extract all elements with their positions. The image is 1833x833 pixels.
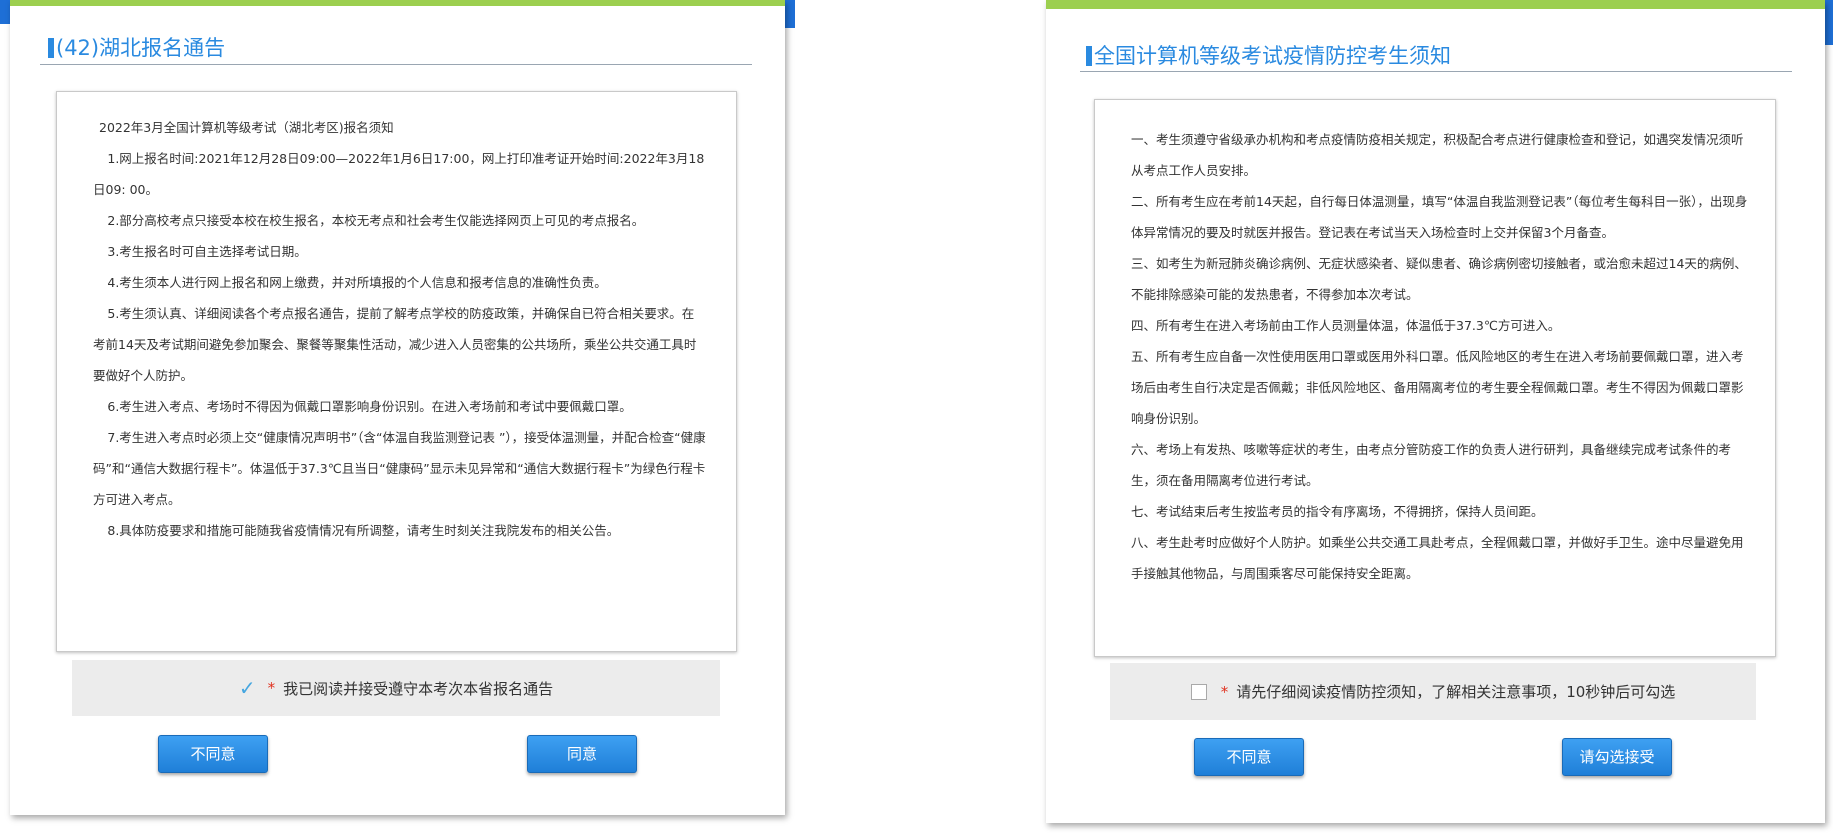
- middle-blue-edge: [785, 0, 795, 28]
- acknowledgement-text: 我已阅读并接受遵守本考次本省报名通告: [283, 679, 554, 698]
- notice-line-5: 5.考生须认真、详细阅读各个考点报名通告，提前了解考点学校的防疫政策，并确保自已…: [93, 306, 697, 383]
- title-marker-icon: [1086, 46, 1092, 66]
- title-divider: [40, 64, 752, 65]
- notice-line-6: 六、考场上有发热、咳嗽等症状的考生，由考点分管防疫工作的负责人进行研判，具备继续…: [1131, 442, 1732, 488]
- acknowledgement-row[interactable]: * 请先仔细阅读疫情防控须知，了解相关注意事项，10秒钟后可勾选: [1110, 663, 1756, 720]
- notice-heading: 2022年3月全国计算机等级考试（湖北考区)报名须知: [99, 120, 394, 135]
- panel-top-strip: [10, 0, 785, 6]
- notice-line-4: 4.考生须本人进行网上报名和网上缴费，并对所填报的个人信息和报考信息的准确性负责…: [107, 275, 607, 290]
- notice-line-5: 五、所有考生应自备一次性使用医用口罩或医用外科口罩。低风险地区的考生在进入考场前…: [1131, 349, 1744, 426]
- notice-line-3: 3.考生报名时可自主选择考试日期。: [107, 244, 307, 259]
- notice-line-7: 七、考试结束后考生按监考员的指令有序离场，不得拥挤，保持人员间距。: [1131, 504, 1544, 519]
- notice-line-4: 四、所有考生在进入考场前由工作人员测量体温，体温低于37.3℃方可进入。: [1131, 318, 1561, 333]
- notice-line-1: 一、考生须遵守省级承办机构和考点疫情防疫相关规定，积极配合考点进行健康检查和登记…: [1131, 132, 1744, 178]
- notice-line-2: 二、所有考生应在考前14天起，自行每日体温测量，填写“体温自我监测登记表”（每位…: [1131, 194, 1748, 240]
- left-blue-edge: [0, 0, 10, 24]
- disagree-button[interactable]: 不同意: [158, 735, 268, 773]
- panel-title: 全国计算机等级考试疫情防控考生须知: [1086, 42, 1451, 70]
- accept-button[interactable]: 请勾选接受: [1562, 738, 1672, 776]
- panel-title-text: (42)湖北报名通告: [56, 36, 226, 60]
- checkbox-icon[interactable]: [1190, 683, 1207, 700]
- notice-line-3: 三、如考生为新冠肺炎确诊病例、无症状感染者、疑似患者、确诊病例密切接触者，或治愈…: [1131, 256, 1747, 302]
- required-star: *: [267, 679, 276, 697]
- acknowledgement-row[interactable]: ✓ * 我已阅读并接受遵守本考次本省报名通告: [72, 660, 720, 716]
- panel-title-text: 全国计算机等级考试疫情防控考生须知: [1094, 44, 1451, 68]
- epidemic-prevention-notice-panel: 全国计算机等级考试疫情防控考生须知 一、考生须遵守省级承办机构和考点疫情防疫相关…: [1046, 0, 1825, 823]
- notice-line-8: 8.具体防疫要求和措施可能随我省疫情情况有所调整，请考生时刻关注我院发布的相关公…: [107, 523, 620, 538]
- hubei-registration-notice-panel: (42)湖北报名通告 2022年3月全国计算机等级考试（湖北考区)报名须知 1.…: [10, 0, 785, 815]
- notice-line-2: 2.部分高校考点只接受本校在校生报名，本校无考点和社会考生仅能选择网页上可见的考…: [107, 213, 645, 228]
- title-marker-icon: [48, 38, 54, 58]
- checkmark-icon[interactable]: ✓: [239, 676, 256, 700]
- notice-line-1: 1.网上报名时间:2021年12月28日09:00—2022年1月6日17:00…: [93, 151, 705, 197]
- required-star: *: [1220, 682, 1229, 701]
- panel-top-strip: [1046, 0, 1825, 9]
- notice-line-7: 7.考生进入考点时必须上交“健康情况声明书”（含“体温自我监测登记表 ”），接受…: [93, 430, 706, 507]
- panel-title: (42)湖北报名通告: [48, 34, 225, 62]
- notice-line-8: 八、考生赴考时应做好个人防护。如乘坐公共交通工具赴考点，全程佩戴口罩，并做好手卫…: [1131, 535, 1744, 581]
- notice-content-box[interactable]: 2022年3月全国计算机等级考试（湖北考区)报名须知 1.网上报名时间:2021…: [56, 91, 737, 652]
- agree-button[interactable]: 同意: [527, 735, 637, 773]
- disagree-button[interactable]: 不同意: [1194, 738, 1304, 776]
- notice-content-box[interactable]: 一、考生须遵守省级承办机构和考点疫情防疫相关规定，积极配合考点进行健康检查和登记…: [1094, 99, 1776, 657]
- title-divider: [1080, 71, 1792, 72]
- acknowledgement-text: 请先仔细阅读疫情防控须知，了解相关注意事项，10秒钟后可勾选: [1236, 683, 1676, 701]
- notice-line-6: 6.考生进入考点、考场时不得因为佩戴口罩影响身份识别。在进入考场前和考试中要佩戴…: [107, 399, 632, 414]
